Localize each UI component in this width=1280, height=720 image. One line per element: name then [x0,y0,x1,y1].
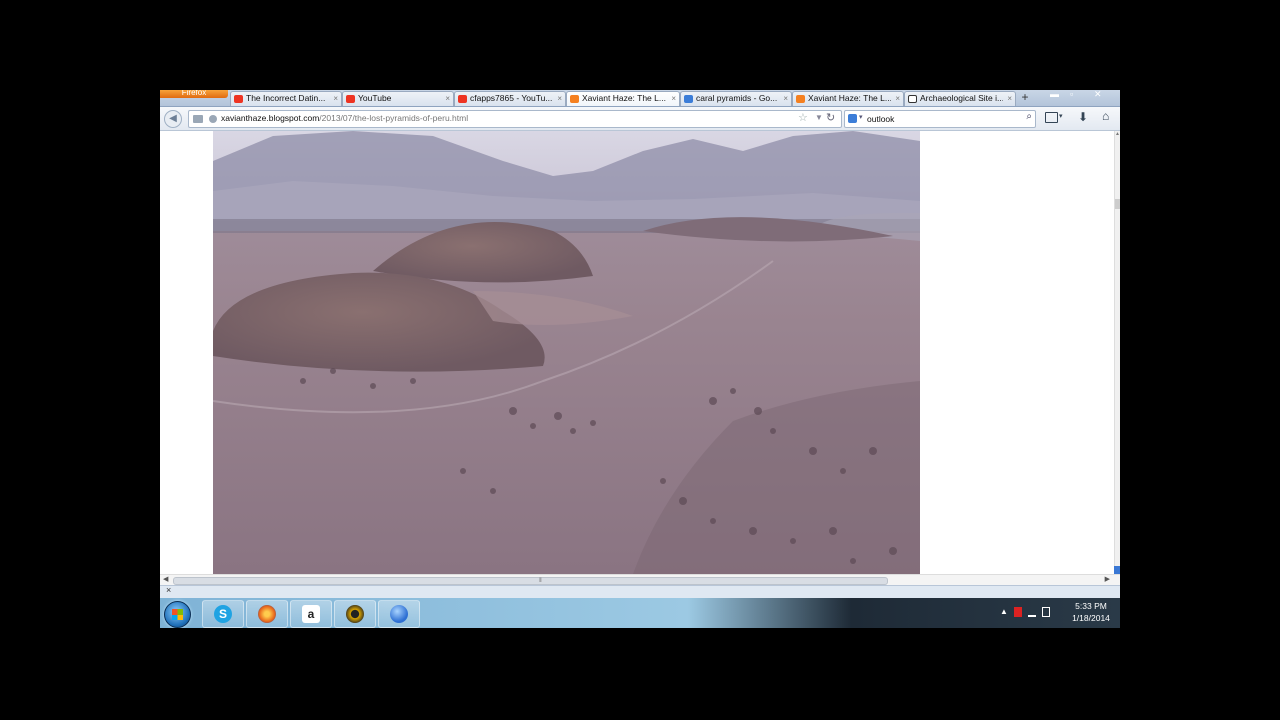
url-text[interactable]: xavianthaze.blogspot.com/2013/07/the-los… [221,113,468,123]
page-content [160,131,1114,574]
close-icon[interactable]: × [1007,92,1012,105]
close-icon[interactable]: × [671,92,676,105]
minimize-icon[interactable]: ▬ [1050,90,1059,99]
tab-label: Xaviant Haze: The L... [808,93,891,103]
caral-pyramids-photo [213,131,920,574]
action-center-flag-icon[interactable] [1014,607,1022,617]
tab-label: YouTube [358,93,392,103]
start-button[interactable] [164,601,191,628]
amazon-icon: a [302,605,320,623]
site-identity-icon[interactable] [193,115,203,123]
horizontal-scrollbar[interactable]: ◀ ⦀ ▶ [160,574,1120,585]
scrollbar-thumb[interactable] [1115,199,1120,209]
vertical-scrollbar[interactable]: ▲ [1114,131,1120,574]
youtube-icon [458,95,467,103]
tab-caral-pyramids[interactable]: caral pyramids - Go... × [680,91,792,106]
blogger-icon [796,95,805,103]
wikipedia-icon [908,95,917,103]
close-icon[interactable]: × [333,92,338,105]
taskbar-skype[interactable]: S [202,600,244,628]
tab-xaviant-haze-2[interactable]: Xaviant Haze: The L... × [792,91,904,106]
new-tab-button[interactable]: + [1017,91,1033,104]
chevron-up-icon[interactable]: ▲ [1115,131,1120,137]
tab-cfapps[interactable]: cfapps7865 - YouTu... × [454,91,566,106]
youtube-icon [234,95,243,103]
url-domain: xavianthaze.blogspot.com [221,113,320,123]
chevron-down-icon[interactable]: ▼ [815,113,823,122]
browser-window: Firefox The Incorrect Datin... × YouTube… [160,90,1120,628]
close-icon[interactable]: × [166,585,171,595]
tab-youtube[interactable]: YouTube × [342,91,454,106]
home-icon[interactable]: ⌂ [1102,109,1109,123]
maximize-icon[interactable]: ▫ [1070,90,1073,99]
bookmarks-icon[interactable] [1045,112,1058,123]
chevron-right-icon[interactable]: ▶ [1105,575,1110,583]
url-bar[interactable]: xavianthaze.blogspot.com/2013/07/the-los… [188,110,842,128]
tab-label: Xaviant Haze: The L... [582,93,666,103]
url-path: /2013/07/the-lost-pyramids-of-peru.html [319,113,469,123]
chevron-down-icon[interactable]: ▾ [1059,112,1063,120]
scrollbar-thumb[interactable]: ⦀ [173,577,888,585]
clock-time[interactable]: 5:33 PM [1070,601,1112,611]
tab-label: caral pyramids - Go... [696,93,778,103]
chevron-down-icon[interactable] [1114,566,1120,574]
grip-icon: ⦀ [539,578,542,584]
google-earth-icon [390,605,408,623]
taskbar-firefox[interactable] [246,600,288,628]
tab-label: Archaeological Site i... [920,93,1003,103]
media-player-icon [346,605,364,623]
firefox-icon [258,605,276,623]
youtube-icon [346,95,355,103]
window-controls: ▬ ▫ ✕ [1044,90,1114,100]
back-button[interactable]: ◀ [164,110,182,128]
close-icon[interactable]: × [557,92,562,105]
tab-xaviant-haze-active[interactable]: Xaviant Haze: The L... × [566,91,680,106]
taskbar-amazon[interactable]: a [290,600,332,628]
add-on-bar: × [160,585,1120,598]
chevron-left-icon[interactable]: ◀ [163,575,168,583]
navigation-toolbar: ◀ xavianthaze.blogspot.com/2013/07/the-l… [160,107,1120,131]
network-icon[interactable] [1028,609,1036,617]
skype-icon: S [214,605,232,623]
globe-icon [209,115,217,123]
window-close-icon[interactable]: ✕ [1094,90,1102,100]
star-icon[interactable]: ☆ [798,111,808,124]
reload-icon[interactable]: ↻ [826,111,835,124]
tab-label: The Incorrect Datin... [246,93,326,103]
blogger-icon [570,95,579,103]
taskbar-google-earth[interactable] [378,600,420,628]
arrow-left-icon: ◀ [169,113,177,124]
windows-taskbar: S a ▲ 5:33 PM 1/18/2014 [160,598,1120,628]
volume-icon[interactable] [1042,607,1050,617]
system-tray: ▲ 5:33 PM 1/18/2014 [990,598,1120,628]
google-icon [684,95,693,103]
tab-archaeological-site[interactable]: Archaeological Site i... × [904,91,1016,106]
chevron-up-icon[interactable]: ▲ [1000,607,1008,616]
tab-strip: Firefox The Incorrect Datin... × YouTube… [160,90,1120,107]
tab-incorrect-dating[interactable]: The Incorrect Datin... × [230,91,342,106]
search-icon[interactable]: ⌕ [1026,111,1032,122]
chevron-down-icon[interactable]: ▾ [859,113,863,121]
search-bar[interactable]: ▾ ⌕ [844,110,1036,128]
google-icon[interactable] [848,114,857,123]
download-icon[interactable]: ⬇ [1078,110,1088,124]
tab-label: cfapps7865 - YouTu... [470,93,553,103]
clock-date[interactable]: 1/18/2014 [1068,613,1114,623]
firefox-menu-button[interactable]: Firefox [160,90,228,98]
close-icon[interactable]: × [895,92,900,105]
taskbar-media-player[interactable] [334,600,376,628]
close-icon[interactable]: × [445,92,450,105]
search-input[interactable] [867,112,1017,125]
close-icon[interactable]: × [783,92,788,105]
